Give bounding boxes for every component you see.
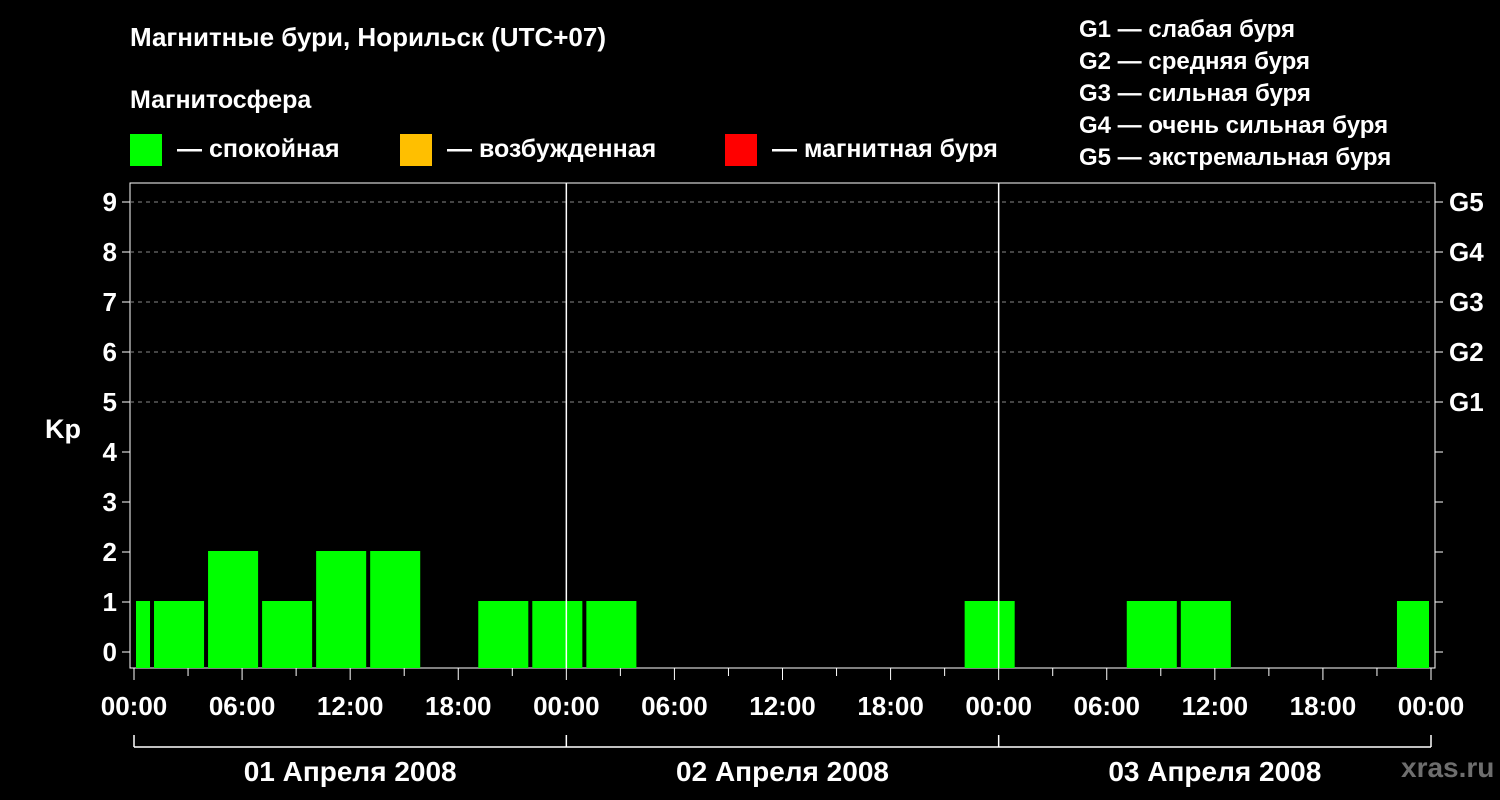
kp-bar: [586, 601, 637, 668]
g-scale-label: G4: [1449, 237, 1484, 267]
kp-bar-chart: 0 1 2 3 4 5 6 7 8 9 G1 G2 G3 G4 G5 Kp 00:00 06:00 12:00 18:…: [45, 182, 1484, 787]
x-tick-label: 00:00: [533, 691, 600, 721]
kp-bar: [1396, 601, 1429, 668]
y-tick-label: 4: [103, 437, 118, 467]
day-label: 03 Апреля 2008: [1108, 756, 1321, 787]
x-tick-label: 12:00: [1182, 691, 1249, 721]
kp-bar: [964, 601, 1015, 668]
day-label: 01 Апреля 2008: [244, 756, 457, 787]
y-tick-label: 9: [103, 187, 117, 217]
x-tick-label: 12:00: [317, 691, 384, 721]
x-tick-label: 00:00: [965, 691, 1032, 721]
kp-bar: [262, 601, 313, 668]
x-tick-label: 18:00: [857, 691, 924, 721]
y-tick-label: 7: [103, 287, 117, 317]
kp-bar: [1126, 601, 1177, 668]
y-tick-label: 2: [103, 537, 117, 567]
kp-bar: [370, 551, 421, 668]
kp-bar: [532, 601, 583, 668]
kp-bar: [316, 551, 367, 668]
day-label: 02 Апреля 2008: [676, 756, 889, 787]
kp-bar: [478, 601, 529, 668]
y-axis-label: Kp: [45, 414, 81, 444]
y-tick-label: 6: [103, 337, 117, 367]
x-tick-label: 00:00: [1398, 691, 1465, 721]
kp-bar: [1180, 601, 1231, 668]
x-tick-label: 12:00: [749, 691, 816, 721]
kp-bar: [154, 601, 205, 668]
y-tick-label: 1: [103, 587, 117, 617]
g-scale-label: G3: [1449, 287, 1484, 317]
x-tick-label: 06:00: [209, 691, 276, 721]
x-tick-label: 00:00: [101, 691, 168, 721]
y-tick-label: 3: [103, 487, 117, 517]
y-tick-label: 5: [103, 387, 117, 417]
x-tick-label: 18:00: [1290, 691, 1357, 721]
y-tick-label: 8: [103, 237, 117, 267]
x-tick-label: 06:00: [641, 691, 708, 721]
watermark: xras.ru: [1401, 752, 1495, 783]
g-scale-label: G5: [1449, 187, 1484, 217]
kp-bar: [136, 601, 151, 668]
g-scale-label: G2: [1449, 337, 1484, 367]
x-tick-label: 06:00: [1074, 691, 1141, 721]
g-scale-label: G1: [1449, 387, 1484, 417]
kp-bar: [208, 551, 259, 668]
y-tick-label: 0: [103, 637, 117, 667]
x-tick-label: 18:00: [425, 691, 492, 721]
